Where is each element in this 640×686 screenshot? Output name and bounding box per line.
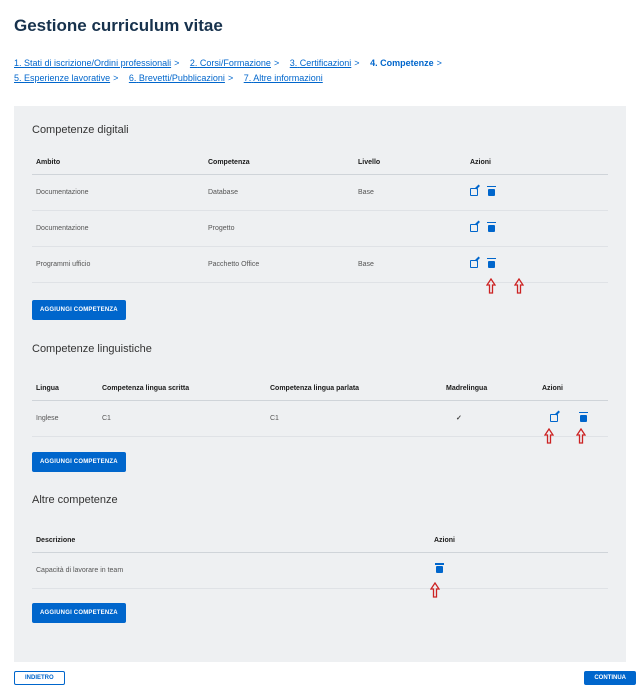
- step-2[interactable]: 2. Corsi/Formazione >: [190, 58, 279, 68]
- cell: C1: [266, 400, 442, 437]
- trash-icon[interactable]: [487, 257, 496, 268]
- chevron-right-icon: >: [273, 58, 280, 68]
- step-number: 4.: [370, 58, 378, 68]
- up-arrow-annotation-icon: [544, 428, 554, 444]
- step-label: Altre informazioni: [253, 73, 323, 83]
- trash-icon[interactable]: [487, 221, 496, 232]
- cell: Base: [354, 174, 466, 211]
- step-number: 3.: [289, 58, 298, 68]
- step-label: Esperienze lavorative: [24, 73, 111, 83]
- form-panel: Competenze digitali Ambito Competenza Li…: [14, 106, 626, 662]
- edit-icon[interactable]: [470, 260, 478, 268]
- up-arrow-annotation-icon: [576, 428, 586, 444]
- step-5[interactable]: 5. Esperienze lavorative >: [14, 73, 118, 83]
- section-title-other: Altre competenze: [32, 494, 118, 506]
- step-number: 6.: [128, 73, 137, 83]
- column-header: Competenza lingua scritta: [98, 378, 266, 401]
- digital-skills-table: Ambito Competenza Livello Azioni Documen…: [32, 152, 608, 283]
- column-header: Madrelingua: [442, 378, 538, 401]
- trash-icon[interactable]: [435, 563, 444, 574]
- cell: Database: [204, 174, 354, 211]
- step-label: Certificazioni: [299, 58, 352, 68]
- add-other-skill-button[interactable]: Aggiungi competenza: [32, 603, 126, 623]
- cell: Programmi ufficio: [32, 246, 204, 283]
- cell: C1: [98, 400, 266, 437]
- chevron-right-icon: >: [436, 58, 442, 68]
- add-digital-skill-button[interactable]: Aggiungi competenza: [32, 300, 126, 320]
- column-header: Lingua: [32, 378, 98, 401]
- column-header: Competenza: [204, 152, 354, 175]
- column-header: Azioni: [430, 530, 608, 553]
- continue-button[interactable]: Continua: [584, 671, 636, 685]
- chevron-right-icon: >: [227, 73, 234, 83]
- table-row: Documentazione Database Base: [32, 174, 608, 211]
- step-label: Brevetti/Pubblicazioni: [138, 73, 225, 83]
- table-row: Inglese C1 C1 ✓: [32, 400, 608, 437]
- section-title-digital: Competenze digitali: [32, 124, 129, 136]
- native-language-check: ✓: [442, 400, 538, 437]
- step-number: 2.: [189, 58, 198, 68]
- up-arrow-annotation-icon: [430, 582, 440, 598]
- chevron-right-icon: >: [113, 73, 119, 83]
- cell: Base: [354, 246, 466, 283]
- column-header: Livello: [354, 152, 466, 175]
- edit-icon[interactable]: [470, 224, 478, 232]
- cell: Documentazione: [32, 210, 204, 247]
- other-skills-table: Descrizione Azioni Capacità di lavorare …: [32, 530, 608, 589]
- trash-icon[interactable]: [579, 411, 588, 422]
- back-button[interactable]: Indietro: [14, 671, 65, 685]
- column-header: Descrizione: [32, 530, 430, 553]
- cell: [354, 210, 466, 247]
- add-language-skill-button[interactable]: Aggiungi competenza: [32, 452, 126, 472]
- step-number: 5.: [14, 73, 22, 83]
- step-label: Stati di iscrizione/Ordini professionali: [24, 58, 172, 68]
- step-label: Corsi/Formazione: [199, 58, 271, 68]
- language-skills-table: Lingua Competenza lingua scritta Compete…: [32, 378, 608, 437]
- table-row: Programmi ufficio Pacchetto Office Base: [32, 246, 608, 283]
- up-arrow-annotation-icon: [486, 278, 496, 294]
- up-arrow-annotation-icon: [514, 278, 524, 294]
- step-3[interactable]: 3. Certificazioni >: [290, 58, 360, 68]
- step-1[interactable]: 1. Stati di iscrizione/Ordini profession…: [14, 58, 179, 68]
- table-row: Documentazione Progetto: [32, 210, 608, 247]
- edit-icon[interactable]: [470, 188, 478, 196]
- stepper: 1. Stati di iscrizione/Ordini profession…: [14, 56, 614, 86]
- table-row: Capacità di lavorare in team: [32, 552, 608, 589]
- column-header: Azioni: [538, 378, 608, 401]
- step-6[interactable]: 6. Brevetti/Pubblicazioni >: [129, 73, 233, 83]
- chevron-right-icon: >: [174, 58, 180, 68]
- step-label: Competenze: [380, 58, 434, 68]
- trash-icon[interactable]: [487, 185, 496, 196]
- step-number: 7.: [243, 73, 252, 83]
- cell: Inglese: [32, 400, 98, 437]
- cell: Progetto: [204, 210, 354, 247]
- cell: Pacchetto Office: [204, 246, 354, 283]
- column-header: Azioni: [466, 152, 608, 175]
- step-7[interactable]: 7. Altre informazioni: [244, 73, 323, 83]
- step-4-active[interactable]: 4. Competenze >: [370, 58, 442, 68]
- cell: Documentazione: [32, 174, 204, 211]
- page-title: Gestione curriculum vitae: [14, 16, 223, 35]
- step-number: 1.: [14, 58, 22, 68]
- edit-icon[interactable]: [550, 414, 558, 422]
- column-header: Ambito: [32, 152, 204, 175]
- section-title-language: Competenze linguistiche: [32, 343, 152, 355]
- cell: Capacità di lavorare in team: [32, 552, 430, 589]
- column-header: Competenza lingua parlata: [266, 378, 442, 401]
- chevron-right-icon: >: [354, 58, 360, 68]
